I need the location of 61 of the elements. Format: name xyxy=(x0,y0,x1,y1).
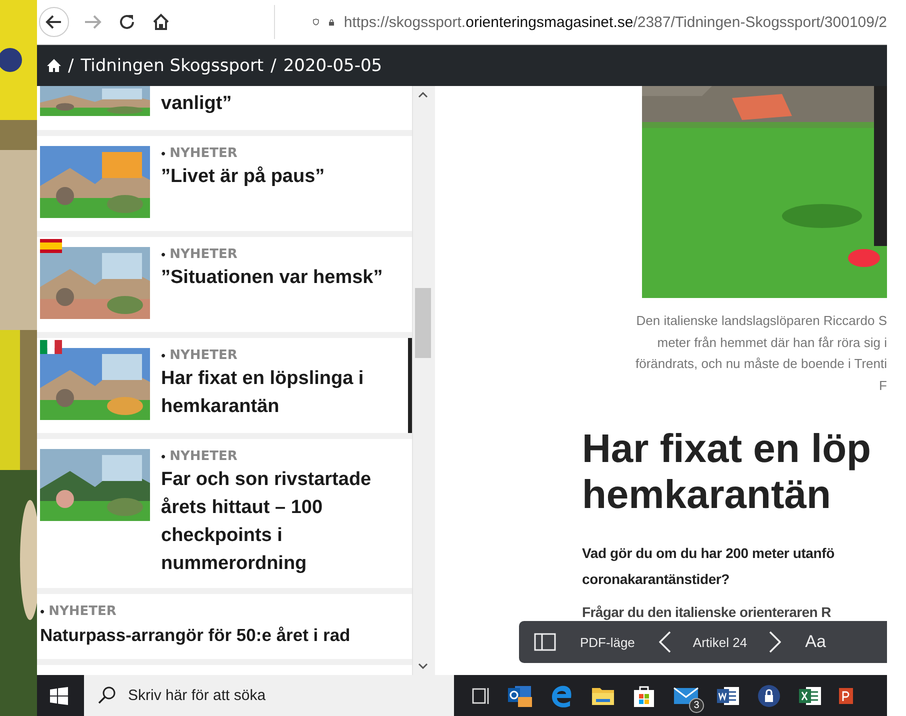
sidebar-toggle-icon[interactable] xyxy=(534,633,556,651)
scroll-down-icon[interactable] xyxy=(418,663,428,669)
next-icon[interactable] xyxy=(769,631,782,653)
breadcrumb-link[interactable]: Tidningen Skogssport xyxy=(80,56,264,76)
unread-badge: 3 xyxy=(689,698,704,712)
article-title: Har fixat en löpslinga i hemkarantän xyxy=(161,367,365,419)
windows-start-icon[interactable] xyxy=(50,686,68,704)
category-label: NYHETER xyxy=(170,146,238,161)
breadcrumb-separator: / xyxy=(68,56,74,76)
article-card[interactable]: • NYHETER Har fixat en löpslinga i hemkarantän xyxy=(37,338,412,433)
article-counter: Artikel 24 xyxy=(692,634,748,650)
article-card[interactable]: vanligt” xyxy=(37,86,412,130)
bullet-icon: • xyxy=(161,247,166,262)
image-caption: Den italienske landslagslöparen Riccardo S xyxy=(636,312,887,330)
bullet-icon: • xyxy=(161,449,166,464)
edge-icon[interactable] xyxy=(550,684,574,708)
bullet-icon: • xyxy=(161,146,166,161)
store-icon[interactable] xyxy=(632,684,656,708)
category-label: NYHETER xyxy=(48,604,116,619)
home-icon[interactable] xyxy=(151,12,171,32)
bullet-icon: • xyxy=(161,348,166,363)
scroll-thumb[interactable] xyxy=(415,288,431,358)
body-text: Frågar du den italienske orienteraren R xyxy=(582,603,832,622)
bullet-icon: • xyxy=(40,604,45,619)
category-label: NYHETER xyxy=(170,247,238,262)
font-size-button[interactable]: Aa xyxy=(803,628,828,656)
article-title: ”Livet är på paus” xyxy=(161,165,326,189)
padlock-app-icon[interactable] xyxy=(757,684,781,708)
article-heading: Har fixat en löp xyxy=(582,426,872,472)
lead-text: Vad gör du om du har 200 meter utanfö xyxy=(582,544,836,563)
excel-icon[interactable] xyxy=(798,684,822,706)
lead-text: coronakarantänstider? xyxy=(582,570,731,589)
back-icon[interactable] xyxy=(39,7,69,37)
article-heading: hemkarantän xyxy=(582,472,832,518)
article-title: Far och son rivstartade årets hittaut – 100 checkpoints i nummerordning xyxy=(161,468,372,576)
flag-icon xyxy=(40,340,62,354)
scrollbar[interactable] xyxy=(412,86,433,675)
task-view-icon[interactable] xyxy=(472,686,490,706)
article-title: ”Situationen var hemsk” xyxy=(161,266,384,290)
article-card[interactable]: • NYHETER Naturpass-arrangör för 50:e året i rad xyxy=(37,594,412,659)
category-label: NYHETER xyxy=(170,348,238,363)
article-title: vanligt” xyxy=(161,92,233,116)
breadcrumb-link[interactable]: 2020-05-05 xyxy=(283,56,382,76)
reload-icon[interactable] xyxy=(117,12,137,32)
home-icon[interactable] xyxy=(47,59,61,72)
article-card[interactable]: • NYHETER Far och son rivstartade årets hittaut – 100 checkpoints i nummerordning xyxy=(37,439,412,588)
breadcrumb-separator: / xyxy=(270,56,276,76)
pdf-mode-button[interactable]: PDF-läge xyxy=(578,630,637,654)
article-card[interactable]: • NYHETER ”Livet är på paus” xyxy=(37,136,412,231)
word-icon[interactable] xyxy=(716,684,740,706)
previous-icon[interactable] xyxy=(658,631,671,653)
scroll-up-icon[interactable] xyxy=(418,92,428,98)
article-card[interactable]: • NYHETER ”Situationen var hemsk” xyxy=(37,237,412,332)
url-text: https://skogssport.orienteringsmagasinet.se/2387/Tidningen-Skogssport/300109/2 xyxy=(344,14,887,30)
category-label: NYHETER xyxy=(170,449,238,464)
flag-icon xyxy=(40,239,62,253)
image-caption: meter från hemmet där han får röra sig i xyxy=(657,334,887,352)
taskbar-search-field[interactable]: Skriv här för att söka xyxy=(84,675,454,716)
image-caption: F xyxy=(879,376,887,394)
image-caption: förändrats, och nu måste de boende i Trenti xyxy=(636,355,887,373)
article-title: Naturpass-arrangör för 50:e året i rad xyxy=(40,624,352,647)
